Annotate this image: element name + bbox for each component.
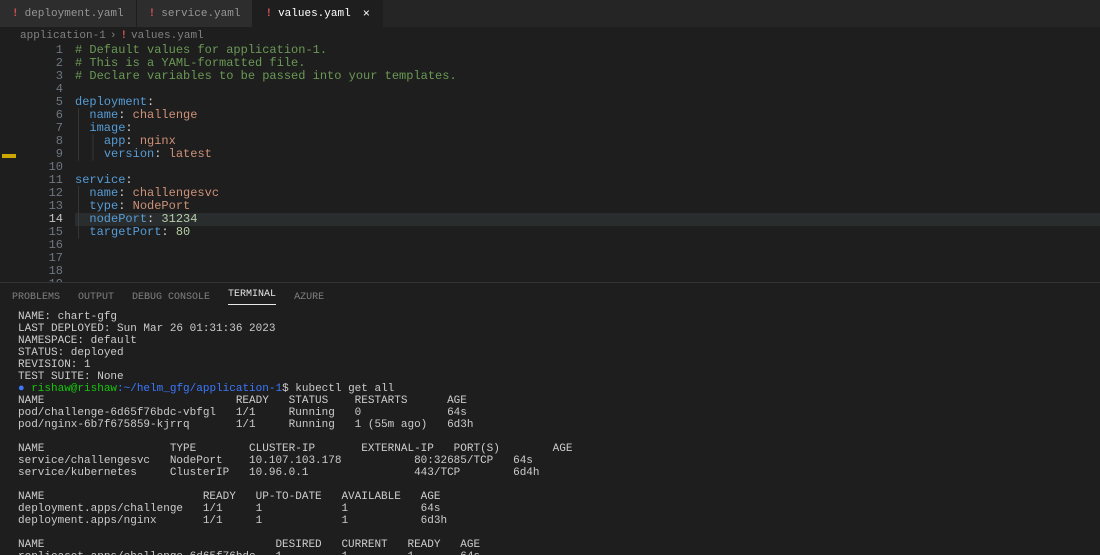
- tab-problems[interactable]: PROBLEMS: [12, 292, 60, 303]
- tab-terminal[interactable]: TERMINAL: [228, 289, 276, 305]
- tab-label: values.yaml: [278, 8, 351, 20]
- yaml-file-icon: !: [265, 8, 272, 20]
- tab-deployment-yaml[interactable]: ! deployment.yaml: [0, 0, 137, 27]
- code-editor[interactable]: 12345678910111213141516171819 # Default …: [0, 44, 1100, 282]
- close-icon[interactable]: ×: [363, 7, 370, 21]
- yaml-file-icon: !: [149, 8, 156, 20]
- yaml-file-icon: !: [12, 8, 19, 20]
- tab-debug-console[interactable]: DEBUG CONSOLE: [132, 292, 210, 303]
- breadcrumb-separator: ›: [110, 30, 117, 42]
- editor-margin: [0, 44, 20, 282]
- warning-decoration-icon: [2, 154, 16, 158]
- terminal-output[interactable]: NAME: chart-gfg LAST DEPLOYED: Sun Mar 2…: [0, 311, 1100, 555]
- breadcrumb: application-1 › ! values.yaml: [0, 28, 1100, 44]
- code-content[interactable]: # Default values for application-1.# Thi…: [75, 44, 1100, 282]
- line-number-gutter: 12345678910111213141516171819: [20, 44, 75, 282]
- tab-service-yaml[interactable]: ! service.yaml: [137, 0, 254, 27]
- bottom-panel: PROBLEMS OUTPUT DEBUG CONSOLE TERMINAL A…: [0, 282, 1100, 555]
- tab-values-yaml[interactable]: ! values.yaml ×: [253, 0, 382, 27]
- breadcrumb-file[interactable]: values.yaml: [131, 30, 204, 42]
- breadcrumb-folder[interactable]: application-1: [20, 30, 106, 42]
- tab-output[interactable]: OUTPUT: [78, 292, 114, 303]
- tab-azure[interactable]: AZURE: [294, 292, 324, 303]
- tab-label: service.yaml: [161, 8, 240, 20]
- yaml-file-icon: !: [120, 30, 127, 42]
- tab-label: deployment.yaml: [25, 8, 124, 20]
- panel-tab-bar: PROBLEMS OUTPUT DEBUG CONSOLE TERMINAL A…: [0, 283, 1100, 311]
- editor-tab-bar: ! deployment.yaml ! service.yaml ! value…: [0, 0, 1100, 28]
